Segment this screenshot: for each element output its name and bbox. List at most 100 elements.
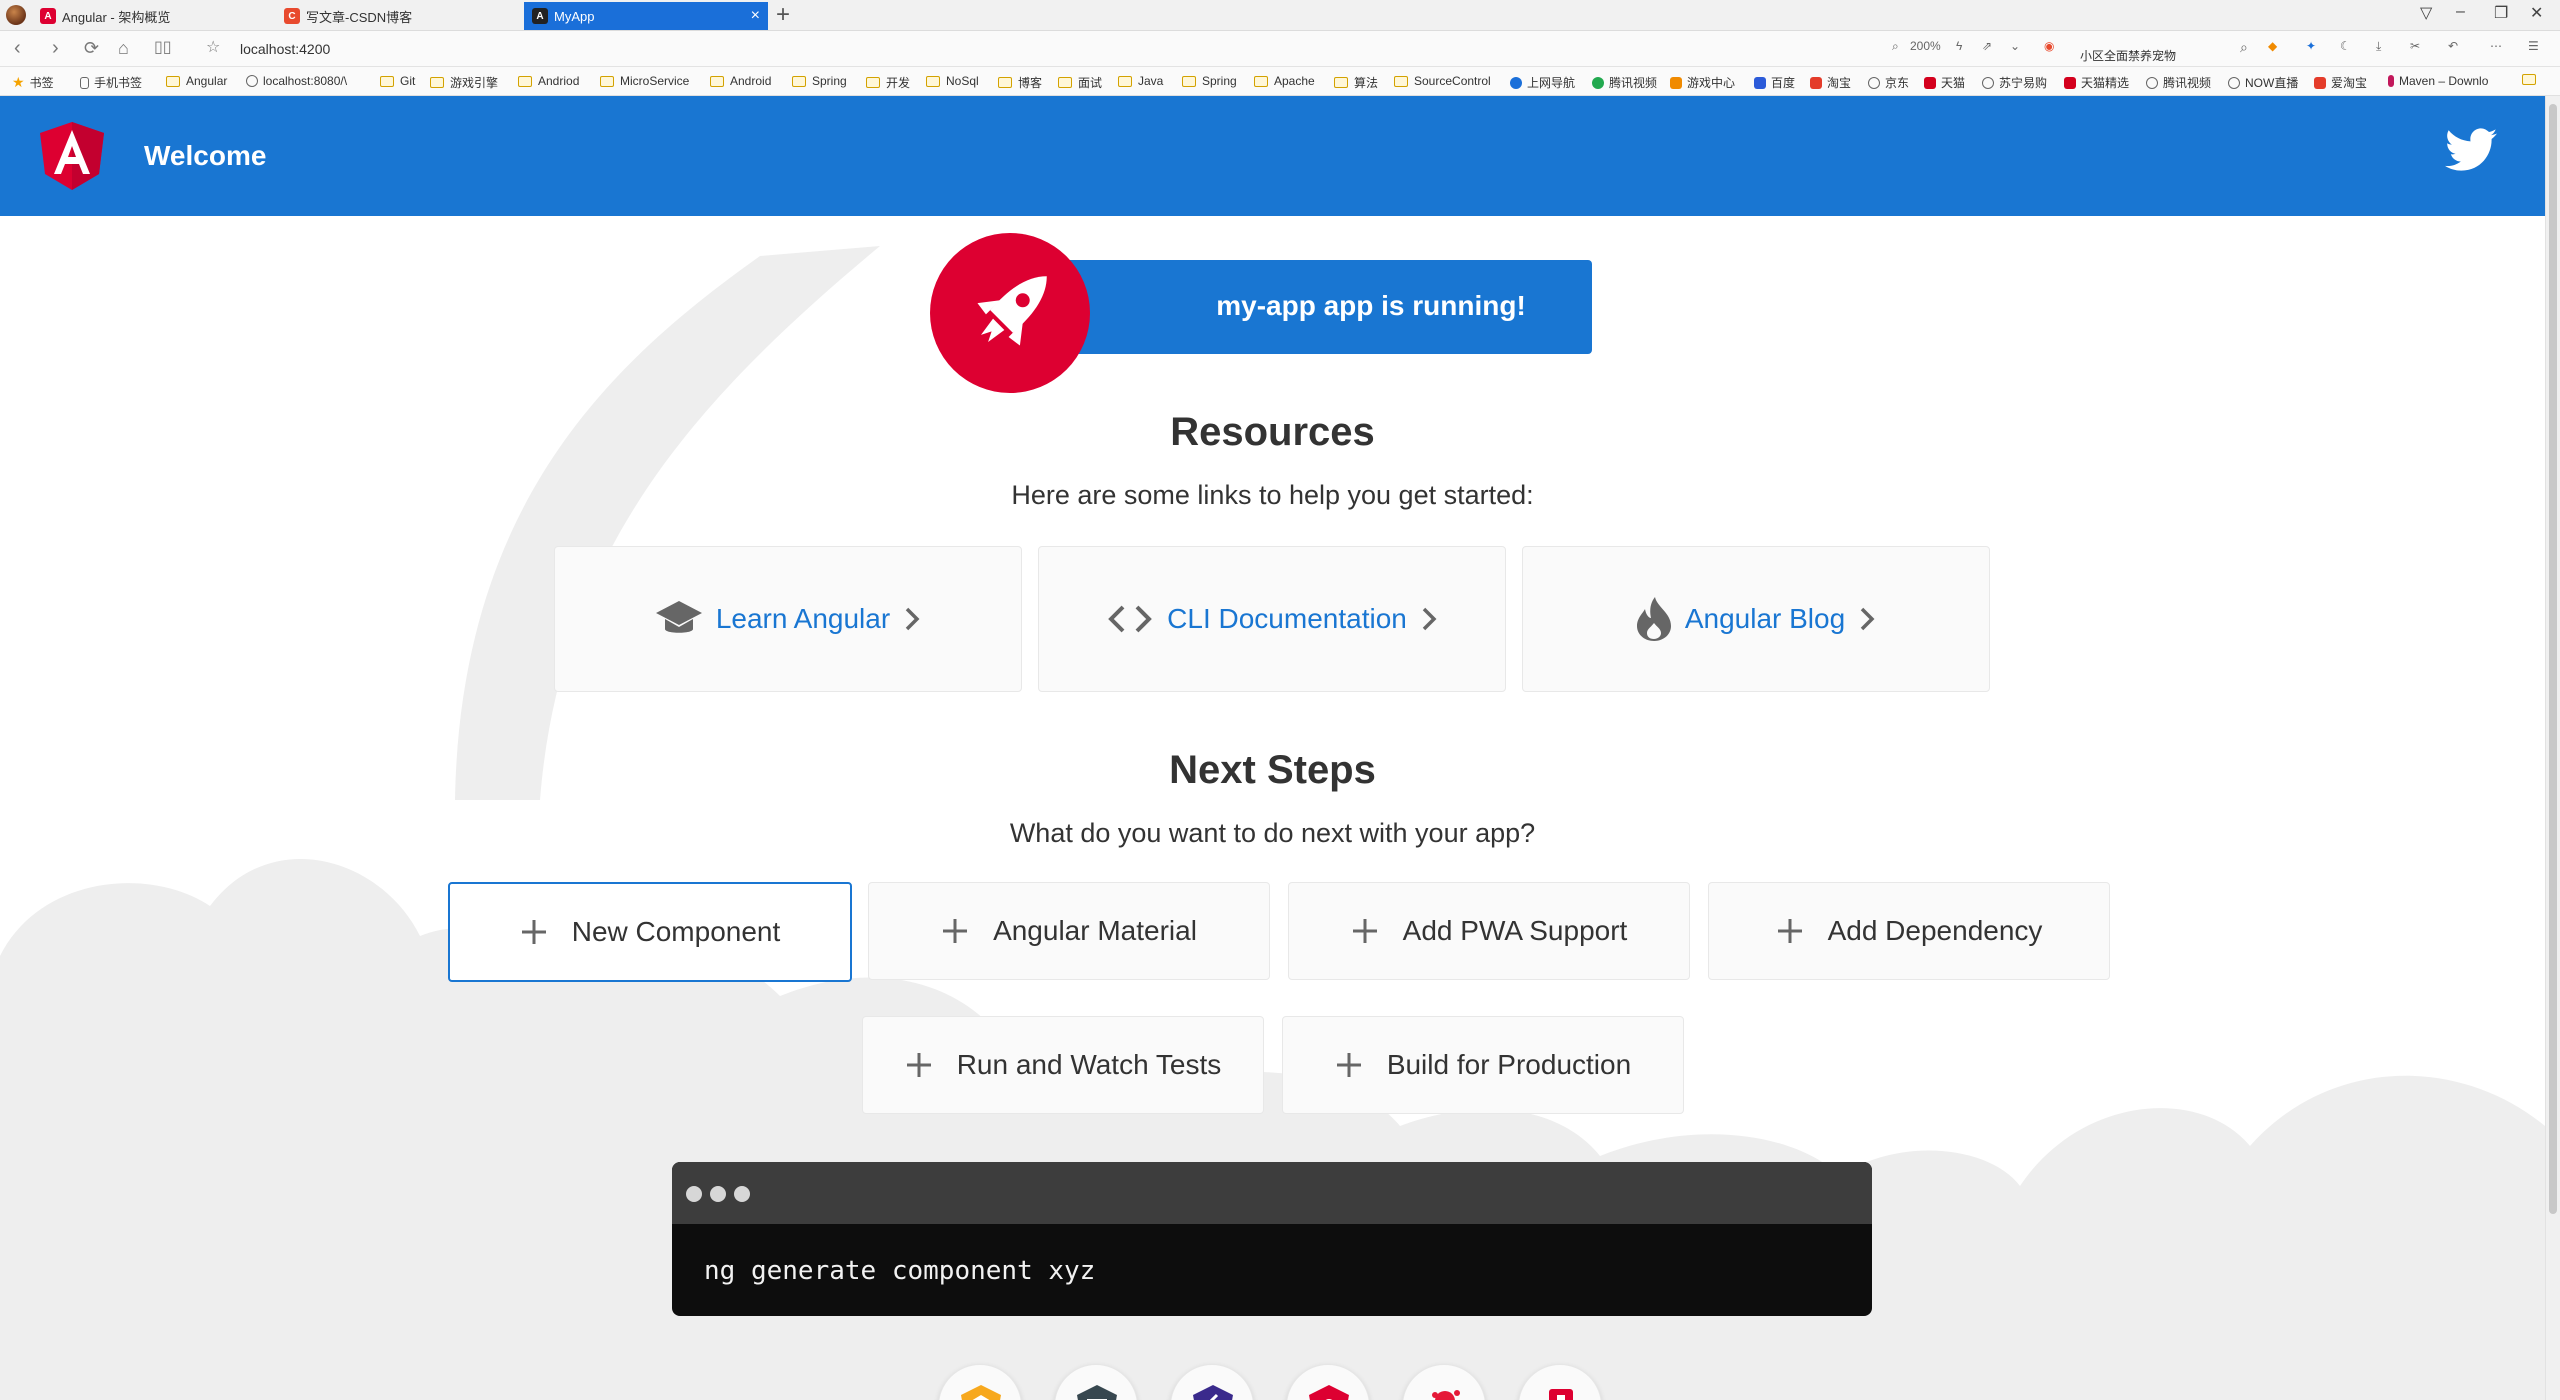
plus-icon [906, 1053, 931, 1077]
extension-icon[interactable]: ✦ [2306, 39, 2316, 53]
bookmark-folder[interactable]: NoSql [926, 74, 979, 88]
terminal-title-bar [672, 1162, 1872, 1224]
bookmark-item[interactable]: 淘宝 [1810, 74, 1851, 91]
bookmark-star-icon[interactable]: ☆ [206, 35, 220, 61]
star-icon: ★ [12, 74, 25, 90]
globe-icon [1868, 76, 1880, 89]
bookmark-folder[interactable]: Java [1118, 74, 1163, 88]
bookmark-item[interactable]: ★ 书签 [12, 74, 54, 91]
terminal-command[interactable]: ng generate component xyz [704, 1256, 1095, 1286]
browser-tab-csdn[interactable]: C 写文章-CSDN博客 [276, 2, 520, 30]
bookmark-folder[interactable]: SourceControl [1394, 74, 1491, 88]
restore-icon[interactable]: ❐ [2494, 3, 2508, 23]
video-icon [1592, 76, 1604, 89]
bookmark-item[interactable]: 游戏中心 [1670, 74, 1735, 91]
address-bar[interactable]: localhost:4200 [240, 37, 330, 61]
bookmark-folder[interactable]: Apache [1254, 74, 1315, 88]
learn-angular-card[interactable]: Learn Angular [554, 546, 1022, 692]
angular-favicon-icon: A [532, 8, 548, 24]
reload-icon[interactable]: ⟳ [84, 35, 99, 61]
bookmark-item[interactable]: 腾讯视频 [2146, 74, 2211, 91]
chevron-right-icon [905, 607, 920, 631]
folder-icon [1334, 77, 1348, 88]
share-icon[interactable]: ⇗ [1982, 39, 1992, 53]
minimize-icon[interactable]: – [2456, 3, 2465, 21]
bookmark-overflow[interactable] [2522, 74, 2542, 85]
new-tab-button[interactable]: + [776, 2, 790, 28]
menu-icon[interactable]: ☰ [2528, 39, 2539, 53]
search-engine-icon[interactable]: ◉ [2044, 39, 2054, 53]
new-component-button[interactable]: New Component [448, 882, 852, 982]
nav-site-icon [1510, 76, 1522, 89]
bookmark-folder[interactable]: 博客 [998, 74, 1042, 91]
game-icon[interactable]: ◆ [2268, 39, 2277, 53]
bookmark-item[interactable]: NOW直播 [2228, 74, 2298, 91]
bookmark-folder[interactable]: Angular [166, 74, 227, 88]
bookmark-item[interactable]: 爱淘宝 [2314, 74, 2367, 91]
scrollbar-thumb[interactable] [2549, 104, 2557, 1214]
build-for-production-button[interactable]: Build for Production [1282, 1016, 1684, 1114]
pin-icon[interactable]: ▽ [2420, 3, 2432, 23]
scissors-icon[interactable]: ✂ [2410, 39, 2420, 53]
bookmark-item[interactable]: 上网导航 [1510, 74, 1575, 91]
bookmark-item[interactable]: 腾讯视频 [1592, 74, 1657, 91]
folder-icon [380, 75, 394, 87]
tab-label: MyApp [554, 8, 595, 24]
search-icon[interactable]: ⌕ [2240, 39, 2248, 56]
bookmark-item[interactable]: 天猫 [1924, 74, 1965, 91]
browser-logo-icon[interactable] [6, 5, 26, 25]
download-icon[interactable]: ⤓ [2376, 39, 2381, 54]
bookmark-item[interactable]: localhost:8080/\ [246, 74, 347, 88]
angular-blog-card[interactable]: Angular Blog [1522, 546, 1990, 692]
angular-material-button[interactable]: Angular Material [868, 882, 1270, 980]
lightning-icon[interactable]: ϟ [1956, 39, 1962, 53]
undo-icon[interactable]: ↶ [2448, 39, 2458, 53]
bookmark-folder[interactable]: 游戏引擎 [430, 74, 498, 91]
resources-title: Resources [1170, 410, 1375, 454]
browser-tab-angular-docs[interactable]: A Angular - 架构概览 [32, 2, 272, 30]
chevron-down-icon[interactable]: ⌄ [2010, 39, 2020, 53]
vertical-scrollbar[interactable] [2545, 96, 2560, 1400]
bookmark-item[interactable]: 京东 [1868, 74, 1909, 91]
twitter-icon[interactable] [2445, 128, 2497, 177]
bookmark-item[interactable]: 苏宁易购 [1982, 74, 2047, 91]
code-brackets-icon [1108, 605, 1152, 633]
bookmark-folder[interactable]: Android [710, 74, 771, 88]
more-icon[interactable]: ⋯ [2490, 39, 2502, 53]
bookmark-item[interactable]: 天猫精选 [2064, 74, 2129, 91]
bookmark-item[interactable]: 百度 [1754, 74, 1795, 91]
reader-icon[interactable]: ▯▯ [154, 35, 172, 61]
bookmark-folder[interactable]: MicroService [600, 74, 689, 88]
cli-documentation-card[interactable]: CLI Documentation [1038, 546, 1506, 692]
app-running-banner: my-app app is running! [1060, 260, 1592, 354]
bookmark-folder[interactable]: 算法 [1334, 74, 1378, 91]
zoom-icon[interactable]: ⌕ [1892, 39, 1899, 54]
add-pwa-support-button[interactable]: Add PWA Support [1288, 882, 1690, 980]
tmall-icon [2064, 76, 2076, 89]
night-mode-icon[interactable]: ☾ [2340, 39, 2351, 53]
back-icon[interactable]: ‹ [14, 35, 21, 61]
terminal-window: ng generate component xyz [672, 1162, 1872, 1316]
folder-icon [600, 75, 614, 87]
bookmark-folder[interactable]: 开发 [866, 74, 910, 91]
bookmark-folder[interactable]: Spring [792, 74, 847, 88]
browser-tab-myapp[interactable]: A MyApp × [524, 2, 768, 30]
forward-icon[interactable]: › [52, 35, 59, 61]
bookmark-item[interactable]: 手机书签 [80, 74, 142, 91]
zoom-level[interactable]: 200% [1910, 39, 1941, 53]
globe-icon [2228, 76, 2240, 89]
bookmark-item[interactable]: Maven – Downlo [2388, 74, 2488, 88]
close-window-icon[interactable]: ✕ [2530, 3, 2543, 23]
close-tab-icon[interactable]: × [751, 7, 760, 25]
add-dependency-button[interactable]: Add Dependency [1708, 882, 2110, 980]
run-and-watch-tests-button[interactable]: Run and Watch Tests [862, 1016, 1264, 1114]
folder-icon [792, 75, 806, 87]
promo-text[interactable]: 小区全面禁养宠物 [2080, 47, 2176, 64]
bookmark-folder[interactable]: 面试 [1058, 74, 1102, 91]
home-icon[interactable]: ⌂ [118, 35, 129, 61]
bookmark-folder[interactable]: Spring [1182, 74, 1237, 88]
angular-logo-icon[interactable] [40, 122, 104, 195]
bookmark-folder[interactable]: Git [380, 74, 415, 88]
banner-text: my-app app is running! [1216, 290, 1526, 321]
bookmark-folder[interactable]: Andriod [518, 74, 579, 88]
